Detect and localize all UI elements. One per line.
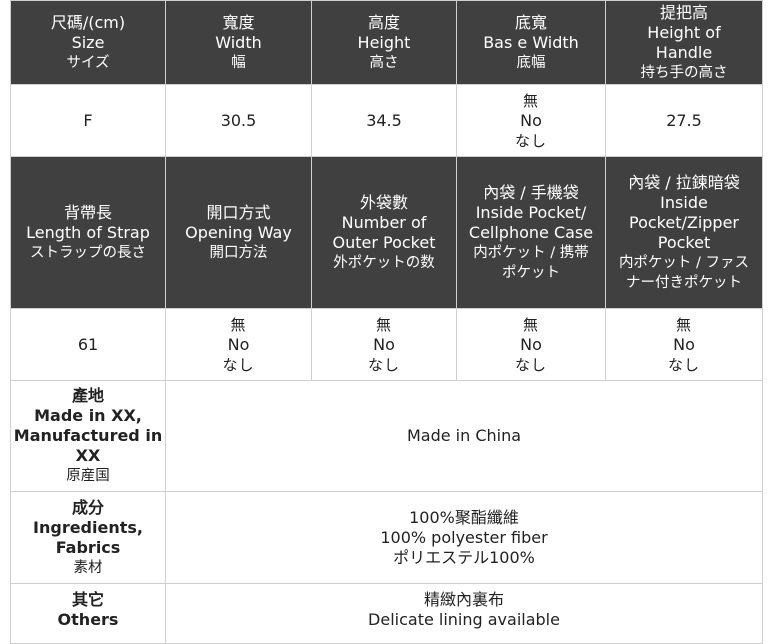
value-strap-length: 61	[10, 308, 166, 381]
origin-label-en: Made in XX, Manufactured in XX	[13, 406, 163, 465]
header-en: Height	[357, 32, 411, 52]
value-handle-height: 27.5	[605, 84, 763, 157]
header-jp: サイズ	[66, 54, 110, 71]
value-en: No	[227, 334, 250, 354]
header-jp: 持ち手の高さ	[640, 64, 728, 81]
others-value: 精緻內裏布 Delicate lining available	[165, 583, 763, 644]
value-inside-pocket-zipper: 無 No なし	[605, 308, 763, 381]
others-label-en: Others	[57, 610, 119, 629]
header-jp: 高さ	[369, 54, 399, 71]
header-base-width: 底寬 Bas e Width 底幅	[456, 0, 606, 85]
others-line: Delicate lining available	[368, 610, 560, 629]
header-height: 高度 Height 高さ	[311, 0, 457, 85]
value-zh: 無	[522, 315, 539, 334]
header-zh: 尺碼/(cm)	[50, 12, 126, 32]
ingredients-line: ポリエステル100%	[393, 547, 535, 567]
others-label-zh: 其它	[71, 590, 104, 609]
ingredients-label: 成分 Ingredients, Fabrics 素材	[10, 491, 166, 584]
value-en: No	[373, 334, 395, 354]
header-zh: 高度	[367, 12, 400, 32]
value-zh: 無	[375, 315, 392, 334]
origin-row: 產地 Made in XX, Manufactured in XX 原産国 Ma…	[10, 380, 763, 492]
header-inside-pocket-zipper: 內袋 / 拉鍊暗袋 Inside Pocket/Zipper Pocket 内ポ…	[605, 156, 763, 309]
origin-label-zh: 產地	[71, 386, 104, 405]
header-opening-way: 開口方式 Opening Way 開口方法	[165, 156, 312, 309]
value-jp: なし	[514, 131, 547, 150]
header-zh: 開口方式	[206, 202, 271, 222]
ingredients-line: 100%聚酯纖維	[409, 507, 519, 527]
value-zh: 無	[522, 91, 539, 110]
header-en: Opening Way	[185, 222, 292, 242]
value-en: No	[520, 334, 542, 354]
value-row-2: 61 無 No なし 無 No なし 無 No なし 無 No なし	[10, 308, 763, 381]
header-en: Bas e Width	[483, 32, 579, 52]
header-jp: ストラップの長さ	[30, 244, 146, 261]
ingredients-label-jp: 素材	[73, 559, 103, 576]
value-opening-way: 無 No なし	[165, 308, 312, 381]
header-en: Size	[71, 32, 105, 52]
value-en: No	[673, 334, 695, 354]
ingredients-label-en: Ingredients, Fabrics	[33, 517, 143, 557]
header-zh: 寬度	[222, 12, 255, 32]
header-jp: 底幅	[516, 54, 546, 71]
value-height: 34.5	[311, 84, 457, 157]
value-row-1: F 30.5 34.5 無 No なし 27.5	[10, 84, 763, 157]
others-line: 精緻內裏布	[423, 590, 504, 609]
header-strap-length: 背帶長 Length of Strap ストラップの長さ	[10, 156, 166, 309]
ingredients-line: 100% polyester fiber	[380, 527, 548, 547]
size-spec-table: 尺碼/(cm) Size サイズ 寬度 Width 幅 高度 Height 高さ…	[10, 0, 763, 644]
value-width: 30.5	[165, 84, 312, 157]
header-jp: 開口方法	[209, 244, 268, 261]
header-zh: 背帶長	[63, 202, 112, 222]
value-zh: 無	[230, 315, 247, 334]
header-size: 尺碼/(cm) Size サイズ	[10, 0, 166, 85]
header-inside-pocket-cellphone: 內袋 / 手機袋 Inside Pocket/ Cellphone Case 内…	[456, 156, 606, 309]
ingredients-label-zh: 成分	[71, 497, 104, 517]
header-width: 寬度 Width 幅	[165, 0, 312, 85]
header-jp: 内ポケット / ファスナー付きポケット	[618, 254, 750, 291]
header-zh: 內袋 / 手機袋	[483, 182, 579, 202]
value-base-width: 無 No なし	[456, 84, 606, 157]
header-zh: 內袋 / 拉鍊暗袋	[628, 172, 740, 192]
others-label: 其它 Others	[10, 583, 166, 644]
origin-value: Made in China	[165, 380, 763, 492]
header-outer-pocket: 外袋數 Number of Outer Pocket 外ポケットの数	[311, 156, 457, 309]
value-jp: なし	[222, 355, 255, 374]
header-en: Height of Handle	[647, 22, 721, 62]
value-jp: なし	[514, 355, 547, 374]
header-jp: 外ポケットの数	[333, 254, 435, 271]
header-jp: 幅	[231, 54, 246, 71]
value-jp: なし	[667, 355, 700, 374]
header-jp: 内ポケット / 携帯ポケット	[473, 244, 589, 281]
header-zh: 底寬	[514, 12, 547, 32]
others-row: 其它 Others 精緻內裏布 Delicate lining availabl…	[10, 583, 763, 644]
ingredients-row: 成分 Ingredients, Fabrics 素材 100%聚酯纖維 100%…	[10, 491, 763, 584]
origin-label: 產地 Made in XX, Manufactured in XX 原産国	[10, 380, 166, 492]
value-jp: なし	[367, 355, 400, 374]
value-outer-pocket: 無 No なし	[311, 308, 457, 381]
header-handle-height: 提把高 Height of Handle 持ち手の高さ	[605, 0, 763, 85]
header-en: Inside Pocket/Zipper Pocket	[628, 192, 739, 252]
value-zh: 無	[675, 315, 692, 334]
header-en: Number of Outer Pocket	[332, 212, 436, 252]
origin-label-jp: 原産国	[66, 468, 110, 484]
value-en: No	[520, 110, 542, 130]
header-row-2: 背帶長 Length of Strap ストラップの長さ 開口方式 Openin…	[10, 156, 763, 309]
ingredients-value: 100%聚酯纖維 100% polyester fiber ポリエステル100%	[165, 491, 763, 584]
header-en: Length of Strap	[26, 222, 150, 242]
value-size: F	[10, 84, 166, 157]
value-inside-pocket-cellphone: 無 No なし	[456, 308, 606, 381]
header-en: Width	[215, 32, 262, 52]
header-row-1: 尺碼/(cm) Size サイズ 寬度 Width 幅 高度 Height 高さ…	[10, 0, 763, 85]
header-zh: 提把高	[659, 2, 708, 22]
header-zh: 外袋數	[359, 192, 408, 212]
header-en: Inside Pocket/ Cellphone Case	[468, 202, 594, 242]
